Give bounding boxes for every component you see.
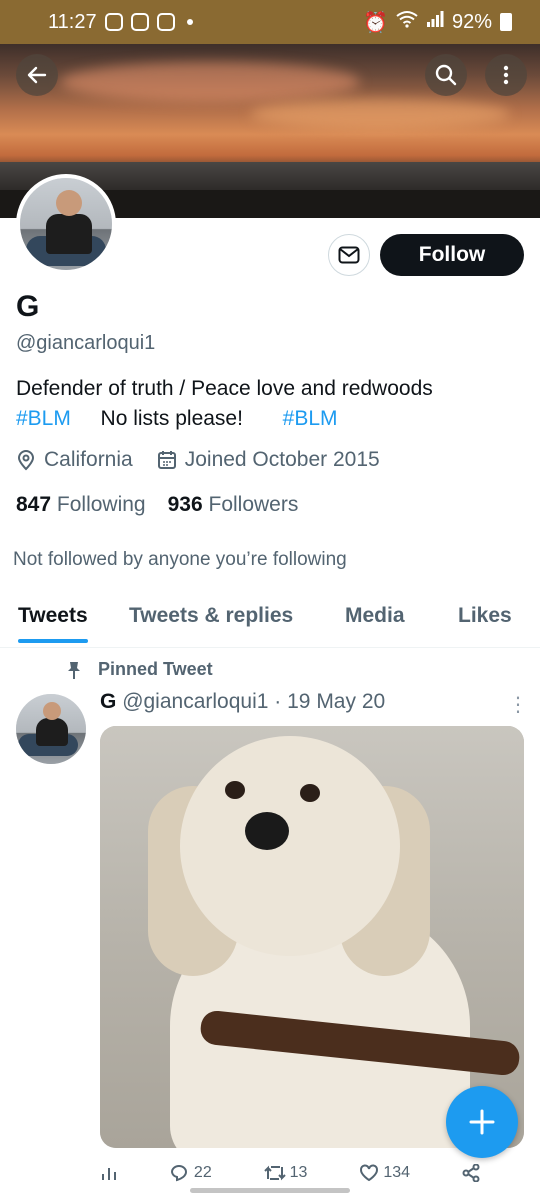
avatar-person-body — [36, 718, 68, 746]
search-button[interactable] — [425, 54, 467, 96]
profile-meta: California Joined October 2015 — [16, 448, 380, 472]
image-dog-eye — [225, 781, 245, 799]
pin-icon — [68, 661, 80, 679]
photo-notification-icon — [156, 13, 175, 31]
calendar-icon — [157, 451, 176, 469]
analytics-button[interactable] — [100, 1164, 118, 1182]
tweet-author-handle[interactable]: @giancarloqui1 — [122, 690, 268, 713]
bio-line: #BLM No lists please! #BLM — [16, 404, 526, 434]
instagram-icon — [104, 13, 123, 31]
pinned-label: Pinned Tweet — [64, 659, 213, 680]
profile-name: G — [16, 290, 40, 323]
image-dog-nose — [245, 812, 289, 850]
message-button[interactable] — [328, 234, 370, 276]
avatar-person-body — [46, 214, 92, 254]
clock: 11:27 — [48, 10, 97, 33]
tweet-date[interactable]: 19 May 20 — [287, 690, 385, 713]
mail-icon — [338, 246, 360, 264]
tab-likes[interactable]: Likes — [458, 590, 512, 642]
bio-line: Defender of truth / Peace love and redwo… — [16, 377, 433, 400]
tab-media[interactable]: Media — [345, 590, 405, 642]
followers-link[interactable]: 936 Followers — [168, 493, 299, 517]
battery-percent: 92% — [451, 10, 492, 33]
tweet-separator: · — [274, 690, 282, 713]
follow-counts: 847 Following 936 Followers — [16, 493, 298, 517]
following-label: Following — [56, 493, 146, 516]
image-dog-eye — [300, 784, 320, 802]
compose-tweet-button[interactable] — [446, 1086, 518, 1158]
plus-icon — [469, 1109, 495, 1135]
notification-dot-icon — [186, 19, 193, 25]
reply-icon — [170, 1165, 187, 1182]
followers-count: 936 — [167, 493, 203, 516]
like-count: 134 — [383, 1164, 411, 1181]
tweet-image[interactable] — [100, 726, 524, 1148]
status-bar: 11:27 ⏰ 92% — [0, 0, 540, 44]
heart-icon — [360, 1164, 379, 1182]
followers-label: Followers — [208, 493, 299, 516]
retweet-button[interactable]: 13 — [263, 1164, 308, 1182]
profile-tabs: Tweets Tweets & replies Media Likes — [0, 590, 540, 648]
reply-count: 22 — [193, 1164, 212, 1181]
location-icon — [17, 450, 35, 471]
following-link[interactable]: 847 Following — [16, 493, 146, 517]
tab-tweets-replies[interactable]: Tweets & replies — [129, 590, 293, 642]
profile-location: California — [44, 448, 133, 471]
hashtag-link[interactable]: #BLM — [283, 407, 338, 430]
retweet-count: 13 — [289, 1164, 308, 1181]
banner-cloud — [250, 99, 510, 129]
profile-joined: Joined October 2015 — [184, 448, 380, 471]
battery-icon — [500, 13, 512, 31]
arrow-left-icon — [27, 66, 47, 84]
alarm-icon: ⏰ — [363, 11, 388, 34]
tab-tweets[interactable]: Tweets — [18, 590, 88, 643]
following-count: 847 — [16, 493, 52, 516]
like-button[interactable]: 134 — [359, 1164, 410, 1182]
tweet-more-icon[interactable]: ⋮ — [508, 692, 528, 717]
retweet-icon — [263, 1165, 286, 1181]
avatar-person-head — [56, 190, 82, 216]
tweet-avatar[interactable] — [16, 694, 86, 764]
profile-bio: Defender of truth / Peace love and redwo… — [16, 374, 526, 434]
tweet-actions: 22 13 134 — [100, 1164, 480, 1182]
tweet-author-name[interactable]: G — [100, 690, 116, 713]
back-button[interactable] — [16, 54, 58, 96]
hashtag-link[interactable]: #BLM — [16, 407, 71, 430]
analytics-icon — [102, 1168, 116, 1180]
more-vertical-icon — [503, 65, 509, 85]
not-followed-notice: Not followed by anyone you’re following — [13, 549, 347, 570]
bio-text: No lists please! — [100, 407, 243, 430]
banner-cloud — [60, 62, 360, 102]
share-button[interactable] — [462, 1164, 480, 1182]
avatar-person-head — [43, 702, 61, 720]
search-icon — [435, 64, 457, 86]
pinned-text: Pinned Tweet — [98, 659, 213, 679]
home-indicator[interactable] — [190, 1188, 350, 1193]
profile-avatar[interactable] — [16, 174, 116, 274]
image-dog-head — [180, 736, 400, 956]
wifi-icon — [396, 10, 418, 34]
signal-icon — [426, 10, 444, 34]
profile-handle: @giancarloqui1 — [16, 332, 156, 354]
instagram-icon — [130, 13, 149, 31]
reply-button[interactable]: 22 — [170, 1164, 212, 1182]
more-options-button[interactable] — [485, 54, 527, 96]
follow-button[interactable]: Follow — [380, 234, 524, 276]
share-icon — [462, 1164, 480, 1182]
tweet-header: G @giancarloqui1 · 19 May 20 — [100, 690, 385, 714]
